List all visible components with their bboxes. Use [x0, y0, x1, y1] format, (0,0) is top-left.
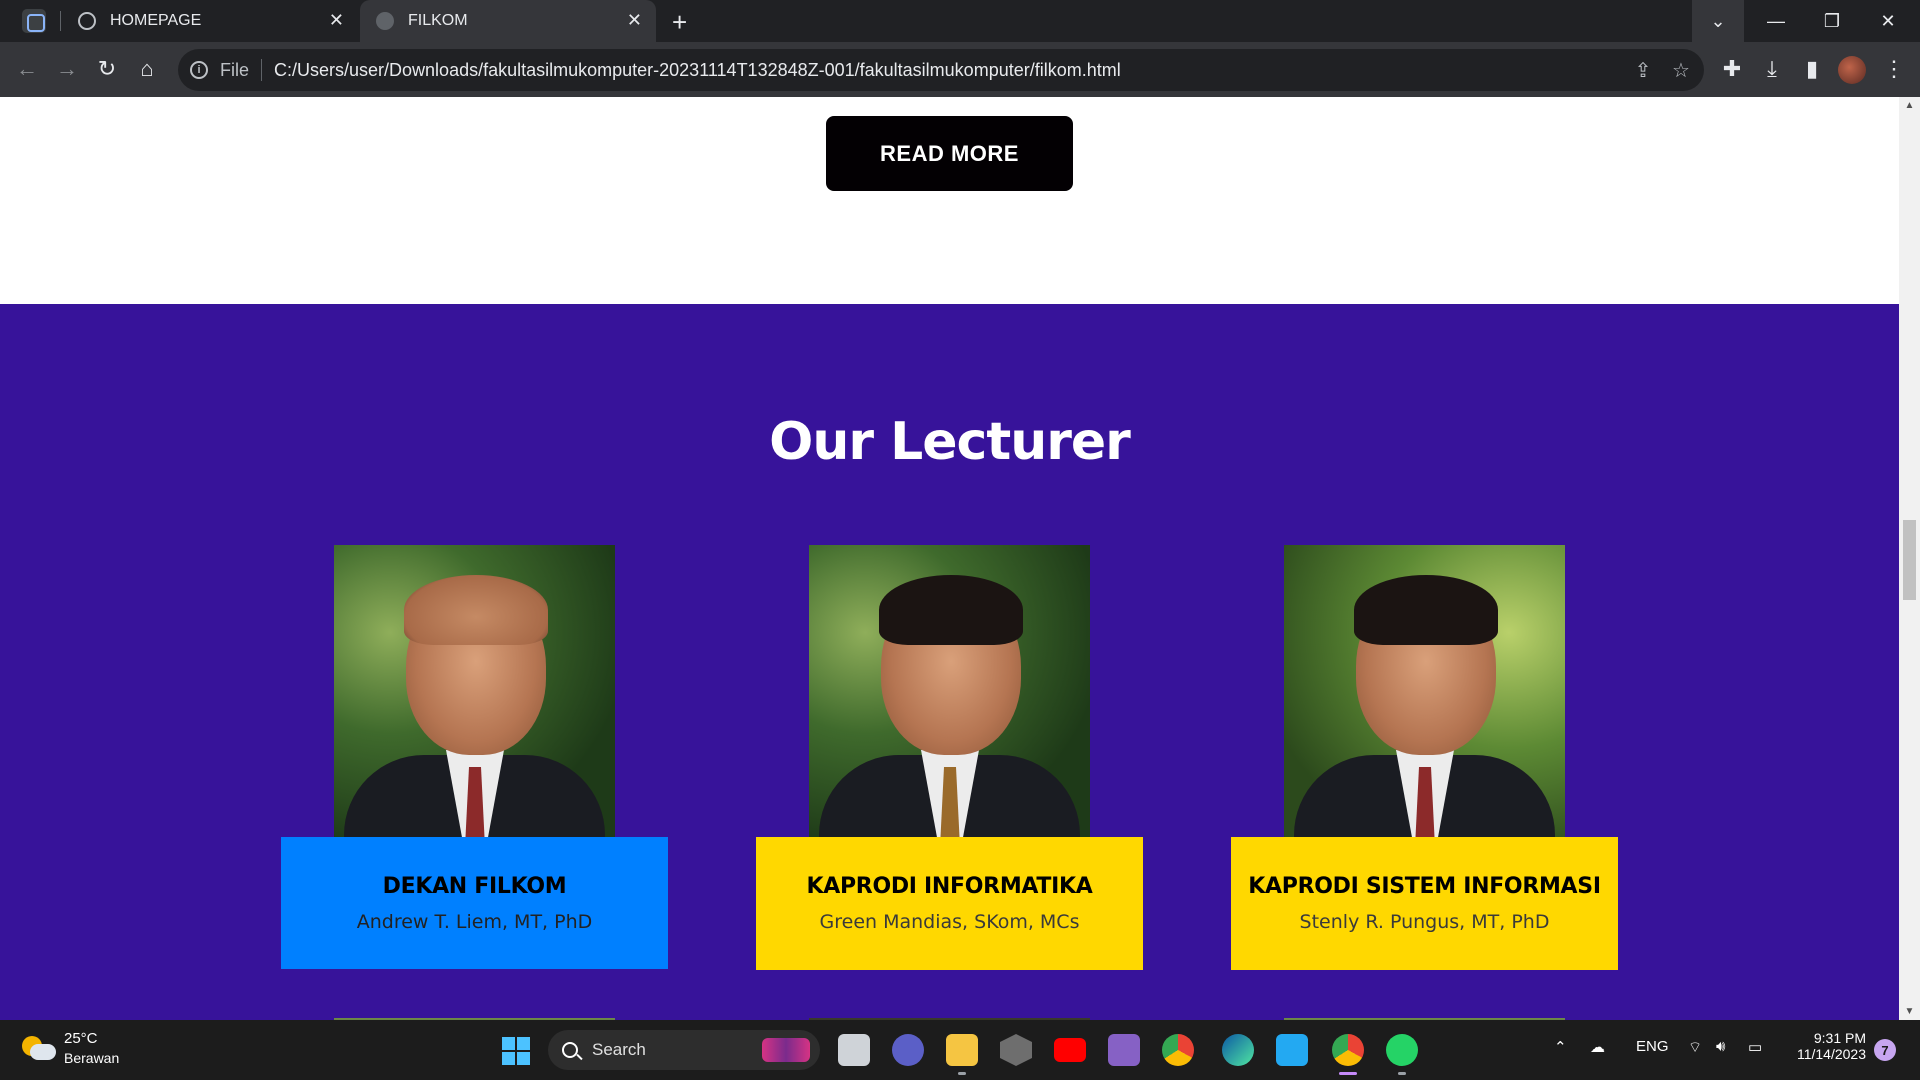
- onedrive-cloud-icon[interactable]: ☁: [1590, 1038, 1605, 1056]
- url-scheme: File: [220, 59, 250, 80]
- lecturer-card: KAPRODI SISTEM INFORMASI Stenly R. Pungu…: [1231, 837, 1618, 970]
- menu-kebab-icon[interactable]: ⋮: [1880, 55, 1908, 83]
- share-icon[interactable]: ⇪: [1630, 57, 1656, 83]
- globe-icon: [376, 12, 394, 30]
- omnibox-separator: [261, 59, 263, 81]
- close-window-button[interactable]: ✕: [1860, 0, 1916, 42]
- volume-icon[interactable]: 🔊︎: [1716, 1038, 1725, 1055]
- battery-icon[interactable]: ▭: [1748, 1038, 1762, 1056]
- notification-badge[interactable]: 7: [1874, 1039, 1896, 1061]
- tab-group-icon[interactable]: [22, 9, 46, 33]
- lecturer-role: KAPRODI SISTEM INFORMASI: [1248, 874, 1601, 899]
- tab-filkom[interactable]: FILKOM ✕: [360, 0, 656, 42]
- tab-label: HOMEPAGE: [110, 12, 202, 29]
- minimize-button[interactable]: —: [1748, 0, 1804, 42]
- vscode-icon[interactable]: [1276, 1034, 1308, 1066]
- address-bar[interactable]: i File C:/Users/user/Downloads/fakultasi…: [178, 49, 1704, 91]
- info-icon[interactable]: i: [190, 61, 208, 79]
- lecturer-name: Green Mandias, SKom, MCs: [819, 911, 1080, 933]
- lecturer-section: Our Lecturer DEKAN FILKOM Andrew T. Liem…: [0, 304, 1899, 1020]
- weather-temp[interactable]: 25°C: [64, 1030, 98, 1047]
- teams-icon[interactable]: [892, 1034, 924, 1066]
- tab-label: FILKOM: [408, 12, 468, 29]
- running-indicator: [958, 1072, 966, 1075]
- visual-studio-icon[interactable]: [1108, 1034, 1140, 1066]
- back-button[interactable]: ←: [12, 54, 42, 84]
- vertical-scrollbar[interactable]: ▲ ▼: [1899, 97, 1920, 1020]
- download-icon[interactable]: ⤓: [1758, 55, 1786, 83]
- bookmark-star-icon[interactable]: ☆: [1668, 57, 1694, 83]
- forward-button[interactable]: →: [52, 54, 82, 84]
- search-label: Search: [592, 1040, 646, 1059]
- system-clock[interactable]: 9:31 PM 11/14/2023: [1780, 1030, 1866, 1062]
- clock-date: 11/14/2023: [1796, 1046, 1866, 1062]
- chrome-profile-icon[interactable]: [1332, 1034, 1364, 1066]
- read-more-button[interactable]: READ MORE: [826, 116, 1073, 191]
- show-hidden-icons-chevron-icon[interactable]: ⌃: [1554, 1038, 1567, 1056]
- close-tab-icon[interactable]: ✕: [627, 10, 642, 31]
- tab-separator: [60, 11, 61, 31]
- wifi-icon[interactable]: ⌔: [1688, 1038, 1702, 1057]
- browser-toolbar: ← → ↻ ⌂ i File C:/Users/user/Downloads/f…: [0, 42, 1920, 97]
- edge-icon[interactable]: [1222, 1034, 1254, 1066]
- scroll-up-arrow-icon[interactable]: ▲: [1899, 97, 1920, 114]
- weather-icon[interactable]: [22, 1034, 56, 1064]
- lecturer-card: KAPRODI INFORMATIKA Green Mandias, SKom,…: [756, 837, 1143, 970]
- taskbar-search[interactable]: Search: [548, 1030, 820, 1070]
- profile-avatar[interactable]: [1838, 56, 1866, 84]
- scrollbar-thumb[interactable]: [1903, 520, 1916, 600]
- clock-time: 9:31 PM: [1813, 1030, 1866, 1046]
- lecturer-role: DEKAN FILKOM: [382, 873, 567, 899]
- youtube-icon[interactable]: [1054, 1038, 1086, 1062]
- task-view-icon[interactable]: [838, 1034, 870, 1066]
- close-tab-icon[interactable]: ✕: [329, 10, 344, 31]
- start-button[interactable]: [502, 1037, 530, 1065]
- lecturer-photo: [334, 545, 615, 837]
- tab-search-chevron-icon[interactable]: ⌄: [1690, 0, 1746, 42]
- reload-button[interactable]: ↻: [92, 54, 122, 84]
- tab-homepage[interactable]: HOMEPAGE ✕: [62, 0, 358, 42]
- side-panel-icon[interactable]: ▮: [1798, 55, 1826, 83]
- search-highlight-image: [762, 1038, 810, 1062]
- running-indicator-active: [1339, 1072, 1357, 1075]
- globe-icon: [78, 12, 96, 30]
- weather-condition[interactable]: Berawan: [64, 1050, 119, 1066]
- windows-taskbar: 25°C Berawan Search ⌃ ☁ ENG ⌔ 🔊︎ ▭ 9:31 …: [0, 1020, 1920, 1080]
- language-indicator[interactable]: ENG: [1636, 1038, 1669, 1055]
- page-viewport: READ MORE Our Lecturer DEKAN FILKOM Andr…: [0, 97, 1920, 1020]
- lecturer-card: DEKAN FILKOM Andrew T. Liem, MT, PhD: [281, 837, 668, 969]
- url-text[interactable]: C:/Users/user/Downloads/fakultasilmukomp…: [274, 60, 1121, 81]
- unity-icon[interactable]: [1000, 1034, 1032, 1066]
- home-button[interactable]: ⌂: [132, 54, 162, 84]
- lecturer-name: Andrew T. Liem, MT, PhD: [356, 910, 593, 933]
- search-icon: [562, 1042, 578, 1058]
- lecturer-name: Stenly R. Pungus, MT, PhD: [1299, 911, 1550, 933]
- extensions-icon[interactable]: ✚: [1718, 55, 1746, 83]
- intro-section: READ MORE: [0, 97, 1899, 304]
- lecturer-photo: [1284, 545, 1565, 837]
- running-indicator: [1398, 1072, 1406, 1075]
- browser-tab-strip: HOMEPAGE ✕ FILKOM ✕ + ⌄ — ❐ ✕: [0, 0, 1920, 42]
- section-title: Our Lecturer: [769, 412, 1131, 472]
- restore-button[interactable]: ❐: [1804, 0, 1860, 42]
- new-tab-button[interactable]: +: [672, 7, 687, 38]
- lecturer-photo: [809, 545, 1090, 837]
- chrome-icon[interactable]: [1162, 1034, 1194, 1066]
- whatsapp-icon[interactable]: [1386, 1034, 1418, 1066]
- scroll-down-arrow-icon[interactable]: ▼: [1899, 1003, 1920, 1020]
- file-explorer-icon[interactable]: [946, 1034, 978, 1066]
- lecturer-role: KAPRODI INFORMATIKA: [806, 874, 1093, 899]
